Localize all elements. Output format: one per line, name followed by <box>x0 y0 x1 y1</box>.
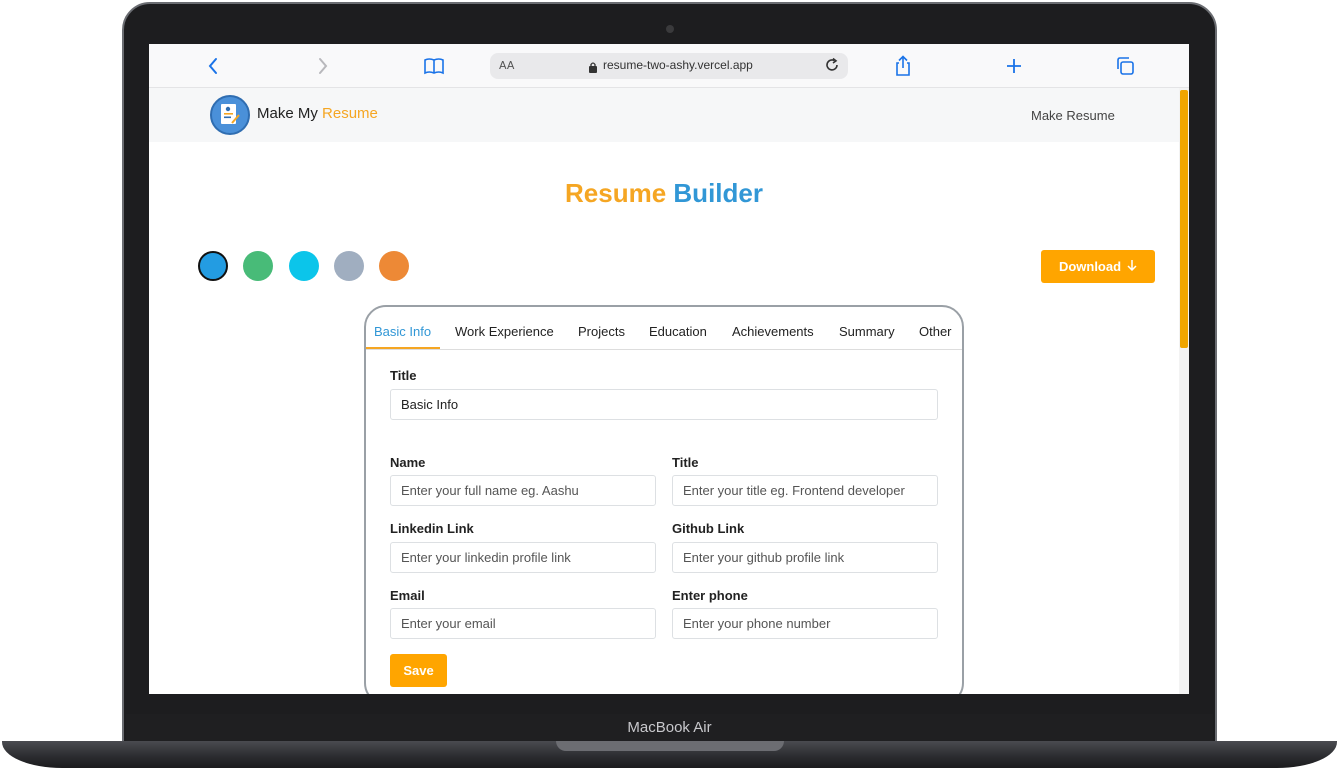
tab-other[interactable]: Other <box>919 324 952 339</box>
job-title-input[interactable] <box>672 475 938 506</box>
tab-basic-info[interactable]: Basic Info <box>374 324 431 339</box>
reload-icon[interactable] <box>824 57 840 77</box>
tab-education[interactable]: Education <box>649 324 707 339</box>
section-title-label: Title <box>390 368 417 383</box>
resume-form-card: Basic Info Work Experience Projects Educ… <box>364 305 964 694</box>
page-title: Resume Builder <box>149 178 1179 209</box>
tab-summary[interactable]: Summary <box>839 324 895 339</box>
phone-input[interactable] <box>672 608 938 639</box>
brand-logo[interactable] <box>210 95 250 135</box>
theme-color-blue[interactable] <box>198 251 228 281</box>
back-icon[interactable] <box>200 53 226 79</box>
theme-color-cyan[interactable] <box>289 251 319 281</box>
github-input[interactable] <box>672 542 938 573</box>
active-tab-indicator <box>366 347 440 349</box>
bookmarks-icon[interactable] <box>421 53 447 79</box>
theme-color-orange[interactable] <box>379 251 409 281</box>
tabs-icon[interactable] <box>1112 53 1138 79</box>
tab-work-experience[interactable]: Work Experience <box>455 324 554 339</box>
share-icon[interactable] <box>890 53 916 79</box>
new-tab-icon[interactable] <box>1001 53 1027 79</box>
download-button[interactable]: Download <box>1041 250 1155 283</box>
text-size-button[interactable]: AA <box>499 59 514 72</box>
browser-screen: AA resume-two-ashy.vercel.app Make My Re… <box>149 44 1189 694</box>
linkedin-input[interactable] <box>390 542 656 573</box>
section-title-input[interactable] <box>390 389 938 420</box>
brand-name[interactable]: Make My Resume <box>257 105 378 122</box>
github-label: Github Link <box>672 521 745 536</box>
tab-achievements[interactable]: Achievements <box>732 324 814 339</box>
email-input[interactable] <box>390 608 656 639</box>
page-title-part1: Resume <box>565 178 667 208</box>
theme-color-gray[interactable] <box>334 251 364 281</box>
laptop-hinge-notch <box>556 741 784 751</box>
section-tabs: Basic Info Work Experience Projects Educ… <box>366 317 962 350</box>
name-input[interactable] <box>390 475 656 506</box>
save-button[interactable]: Save <box>390 654 447 687</box>
page-title-part2: Builder <box>673 178 763 208</box>
phone-label: Enter phone <box>672 588 748 603</box>
device-model-label: MacBook Air <box>627 719 712 736</box>
url-text: resume-two-ashy.vercel.app <box>603 58 753 72</box>
browser-toolbar: AA resume-two-ashy.vercel.app <box>149 44 1189 88</box>
url-bar[interactable]: AA resume-two-ashy.vercel.app <box>490 53 848 79</box>
lock-icon <box>588 59 598 78</box>
name-label: Name <box>390 455 426 470</box>
tab-projects[interactable]: Projects <box>578 324 625 339</box>
scrollbar-thumb[interactable] <box>1180 90 1188 348</box>
arrow-down-icon <box>1127 259 1137 274</box>
brand-prefix: Make My <box>257 105 318 122</box>
email-label: Email <box>390 588 425 603</box>
brand-accent: Resume <box>322 105 378 122</box>
page-scrollbar[interactable] <box>1179 88 1189 694</box>
theme-color-green[interactable] <box>243 251 273 281</box>
job-title-label: Title <box>672 455 699 470</box>
forward-icon[interactable] <box>310 53 336 79</box>
download-label: Download <box>1058 259 1122 274</box>
site-navbar: Make My Resume Make Resume <box>149 88 1179 142</box>
linkedin-label: Linkedin Link <box>390 521 474 536</box>
camera-dot <box>666 25 674 33</box>
make-resume-link[interactable]: Make Resume <box>1031 108 1115 123</box>
